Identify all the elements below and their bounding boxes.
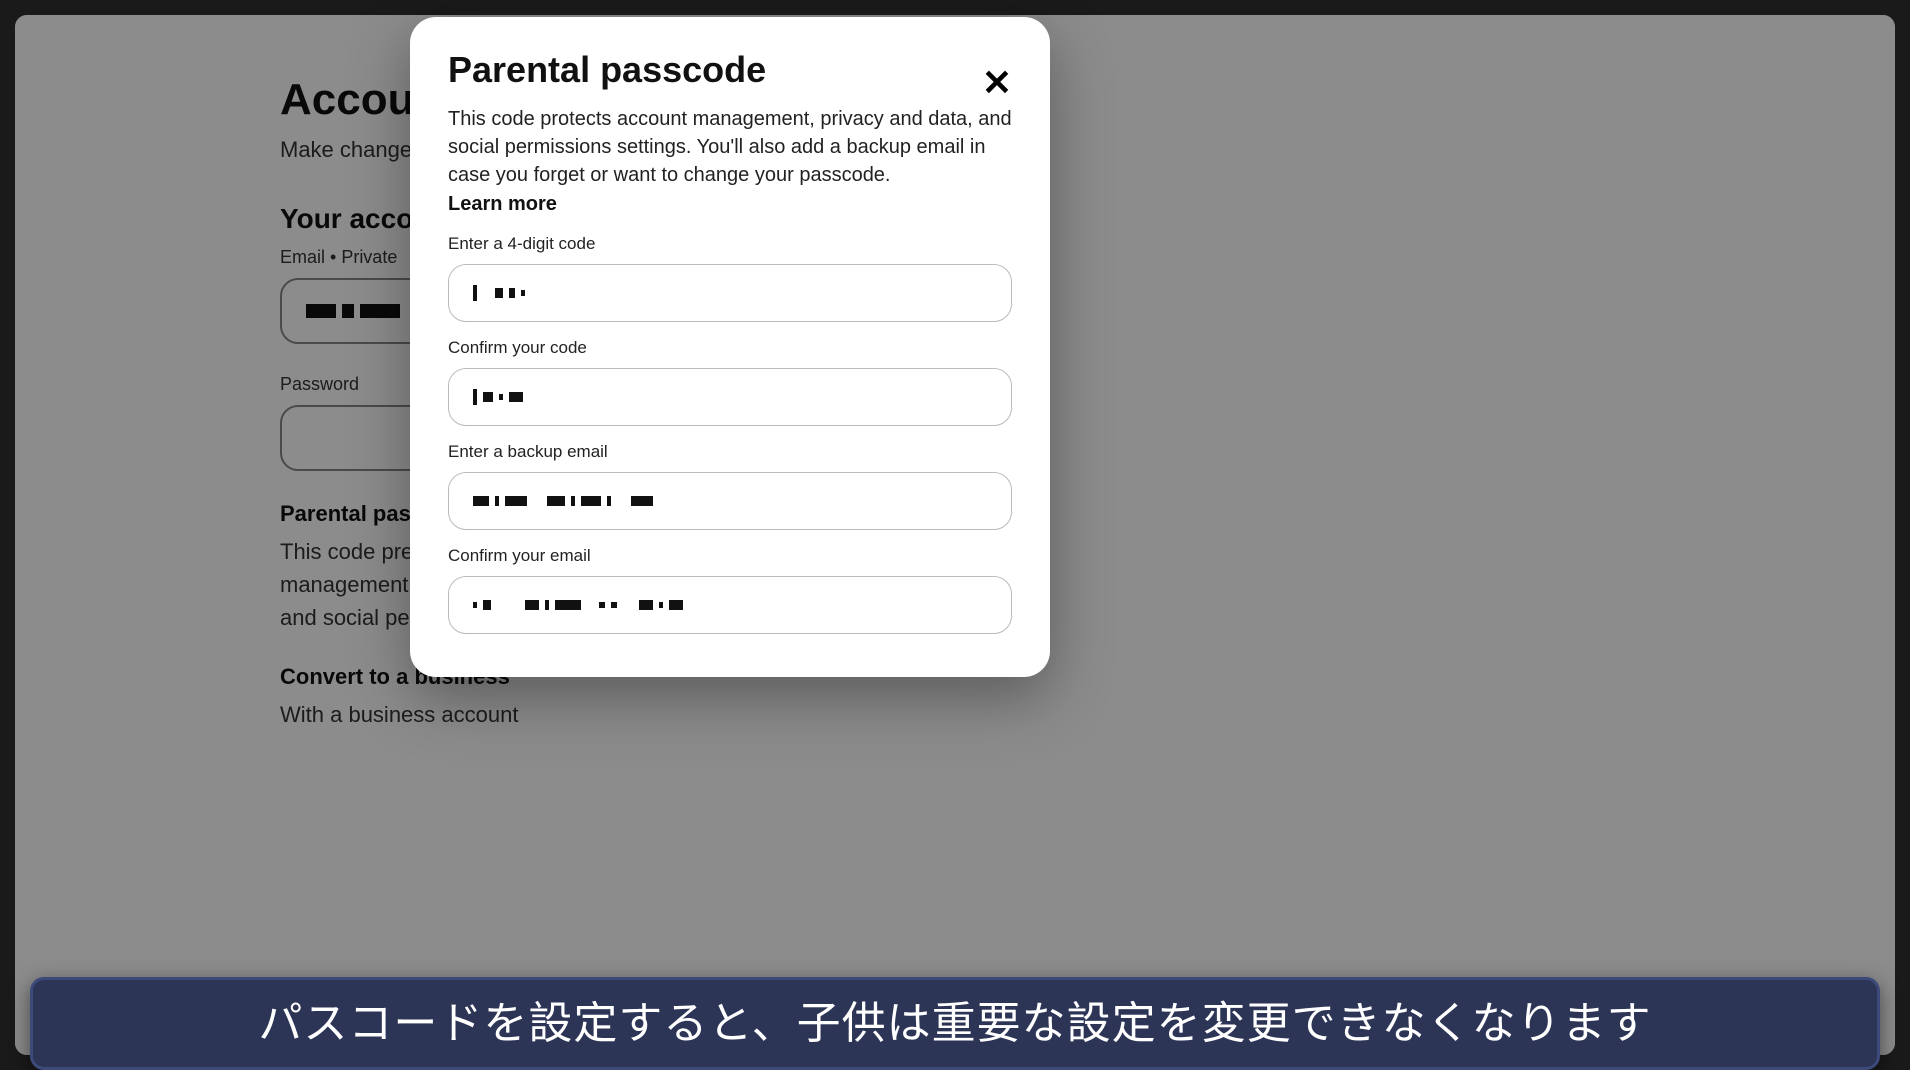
- confirm-code-label: Confirm your code: [448, 338, 1012, 358]
- modal-form-scroll[interactable]: Enter a 4-digit code Confirm your code E…: [410, 216, 1050, 677]
- backup-email-label: Enter a backup email: [448, 442, 1012, 462]
- modal-description: This code protects account management, p…: [448, 105, 1012, 189]
- caption-banner: パスコードを設定すると、子供は重要な設定を変更できなくなります: [30, 977, 1880, 1070]
- redacted-confirm-email-value: [473, 600, 683, 610]
- redacted-code-value: [473, 285, 525, 301]
- redacted-confirm-code-value: [473, 389, 523, 405]
- modal-title: Parental passcode: [448, 49, 1012, 91]
- parental-passcode-modal: Parental passcode ✕ This code protects a…: [410, 17, 1050, 677]
- confirm-email-label: Confirm your email: [448, 546, 1012, 566]
- modal-header: Parental passcode ✕ This code protects a…: [410, 17, 1050, 216]
- close-icon: ✕: [982, 62, 1012, 103]
- caption-text: パスコードを設定すると、子供は重要な設定を変更できなくなります: [63, 994, 1847, 1053]
- code-input[interactable]: [448, 264, 1012, 322]
- close-button[interactable]: ✕: [982, 65, 1012, 101]
- learn-more-link[interactable]: Learn more: [448, 193, 557, 216]
- backup-email-input[interactable]: [448, 472, 1012, 530]
- confirm-email-input[interactable]: [448, 576, 1012, 634]
- confirm-code-input[interactable]: [448, 368, 1012, 426]
- redacted-backup-email-value: [473, 496, 653, 506]
- code-label: Enter a 4-digit code: [448, 234, 1012, 254]
